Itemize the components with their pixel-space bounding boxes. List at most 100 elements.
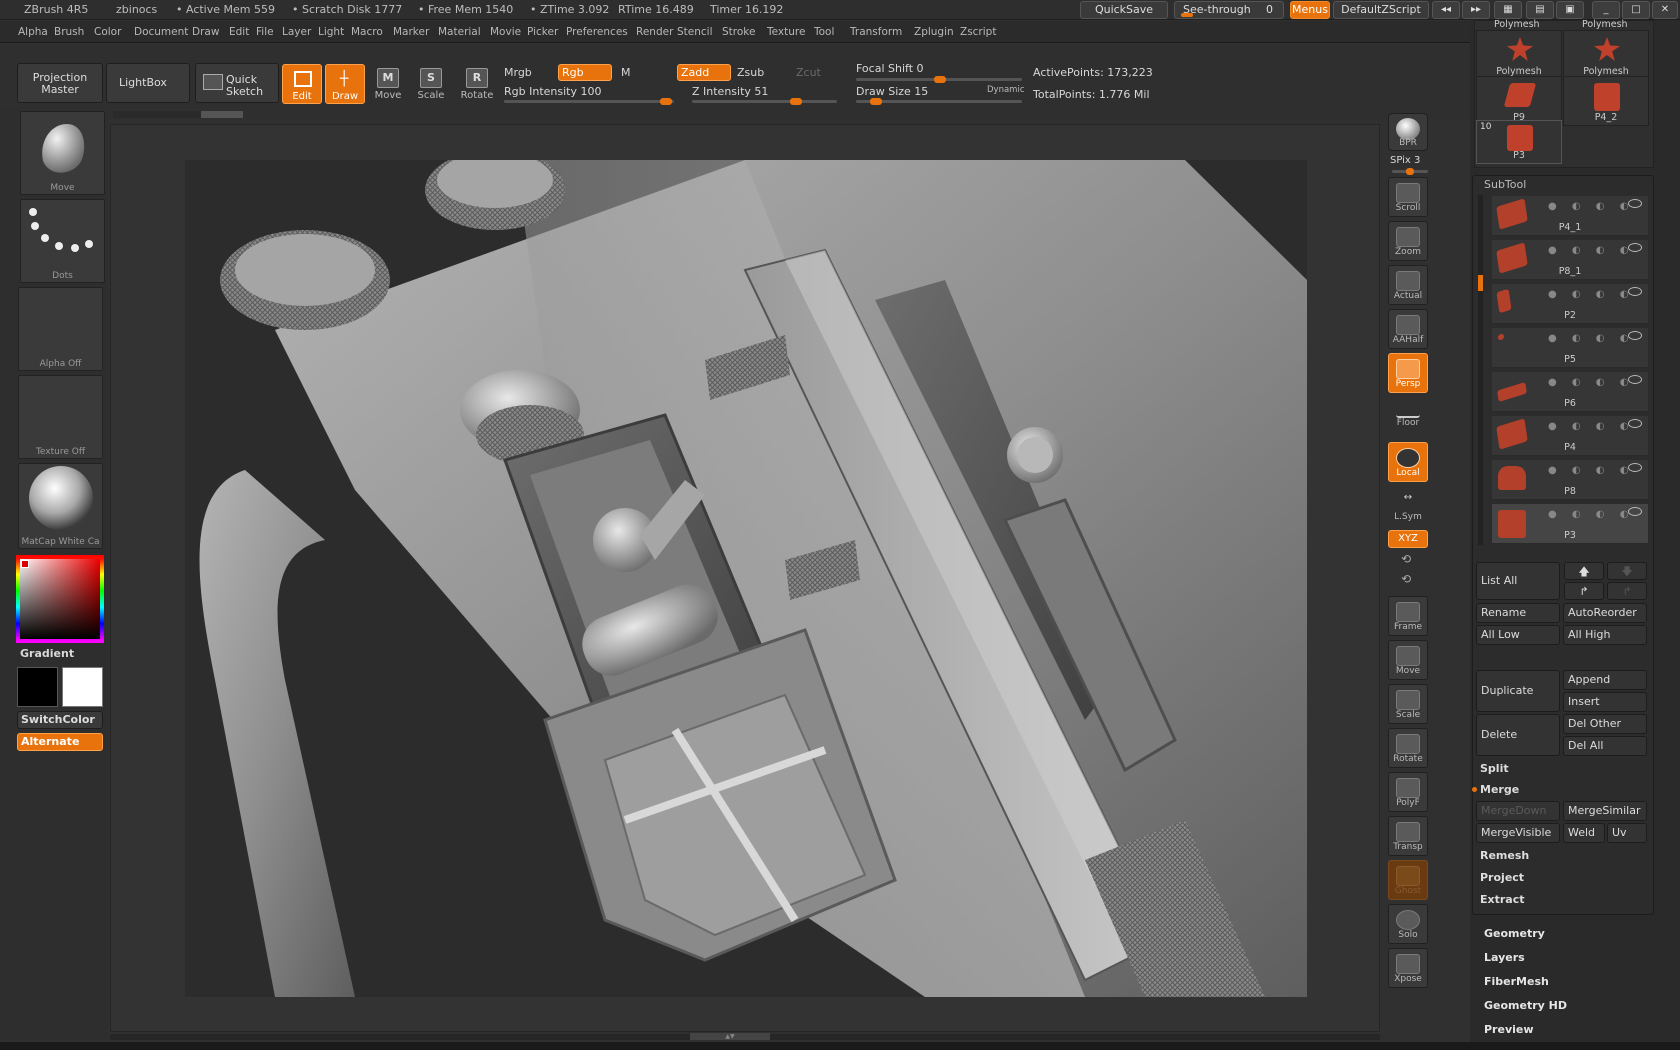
eye-icon[interactable] <box>1628 331 1642 340</box>
draw-size-handle[interactable] <box>870 98 882 105</box>
list-all-button[interactable]: List All <box>1476 562 1560 600</box>
delete-button[interactable]: Delete <box>1476 714 1560 756</box>
alternate-button[interactable]: Alternate <box>17 733 103 751</box>
rgb-button[interactable]: Rgb <box>558 64 612 81</box>
del-other-button[interactable]: Del Other <box>1563 714 1647 734</box>
focal-shift-handle[interactable] <box>934 76 946 83</box>
polyf-button[interactable]: PolyF <box>1388 772 1428 812</box>
frame-button[interactable]: Frame <box>1388 596 1428 636</box>
eye-icon[interactable] <box>1628 507 1642 516</box>
texture-thumbnail[interactable]: Texture Off <box>18 375 103 459</box>
move-down-icon[interactable]: 🡇 <box>1607 562 1647 580</box>
menu-macro[interactable]: Macro <box>351 26 383 38</box>
menu-preferences[interactable]: Preferences <box>566 26 628 38</box>
menu-file[interactable]: File <box>256 26 274 38</box>
see-through-slider-handle[interactable] <box>1181 13 1193 17</box>
menu-tool[interactable]: Tool <box>814 26 834 38</box>
redirect-icon[interactable]: ↱ <box>1564 582 1604 600</box>
menu-zplugin[interactable]: Zplugin <box>914 26 954 38</box>
xyz-button[interactable]: XYZ <box>1388 530 1428 548</box>
lightbox-button[interactable]: LightBox <box>106 63 190 103</box>
subtool-title[interactable]: SubTool <box>1484 178 1526 191</box>
scale-view-button[interactable]: Scale <box>1388 684 1428 724</box>
menus-button[interactable]: Menus <box>1290 1 1330 19</box>
subtool-toggles[interactable]: ● ◐ ◐ ◐ <box>1548 289 1634 300</box>
autoreorder-button[interactable]: AutoReorder <box>1563 603 1647 623</box>
dynamic-button[interactable]: Dynamic <box>987 85 1025 95</box>
subtool-toggles[interactable]: ● ◐ ◐ ◐ <box>1548 201 1634 212</box>
tool-thumb-3[interactable]: P9 <box>1476 76 1562 126</box>
fibermesh-section[interactable]: FiberMesh <box>1484 975 1549 988</box>
subtool-item[interactable]: ● ◐ ◐ ◐ P6 <box>1492 372 1648 412</box>
menu-transform[interactable]: Transform <box>850 26 902 38</box>
maximize-icon[interactable]: □ <box>1622 1 1650 19</box>
extract-section[interactable]: Extract <box>1480 893 1525 906</box>
uv-button[interactable]: Uv <box>1607 823 1647 843</box>
rgb-intensity-slider[interactable] <box>504 98 674 105</box>
mergesimilar-button[interactable]: MergeSimilar <box>1563 801 1647 821</box>
local-button[interactable]: Local <box>1388 442 1428 482</box>
menu-texture[interactable]: Texture <box>767 26 805 38</box>
preview-section[interactable]: Preview <box>1484 1023 1534 1036</box>
menu-material[interactable]: Material <box>438 26 481 38</box>
lock-icon[interactable]: ▣ <box>1556 1 1584 19</box>
quicksave-button[interactable]: QuickSave <box>1080 1 1168 19</box>
rotate-button[interactable]: R Rotate <box>457 62 497 106</box>
switch-color-button[interactable]: SwitchColor <box>17 711 103 729</box>
menu-alpha[interactable]: Alpha <box>18 26 48 38</box>
see-through-slider[interactable]: See-through 0 <box>1174 1 1284 19</box>
menu-edit[interactable]: Edit <box>229 26 249 38</box>
insert-button[interactable]: Insert <box>1563 692 1647 712</box>
layout-icon[interactable]: ▦ <box>1494 1 1522 19</box>
brush-thumbnail[interactable]: Move <box>20 111 105 195</box>
scroll-button[interactable]: Scroll <box>1388 177 1428 217</box>
subtool-toggles[interactable]: ● ◐ ◐ ◐ <box>1548 333 1634 344</box>
project-section[interactable]: Project <box>1480 871 1524 884</box>
append-button[interactable]: Append <box>1563 670 1647 690</box>
secondary-color-swatch[interactable] <box>62 667 103 707</box>
focal-shift-slider[interactable] <box>856 76 1022 83</box>
del-all-button[interactable]: Del All <box>1563 736 1647 756</box>
rewind-icon[interactable]: ◂◂ <box>1432 1 1460 19</box>
remesh-section[interactable]: Remesh <box>1480 849 1529 862</box>
actual-button[interactable]: Actual <box>1388 265 1428 305</box>
lsym-button[interactable]: ↔ L.Sym <box>1388 486 1428 526</box>
eye-icon[interactable] <box>1628 287 1642 296</box>
spix-handle[interactable] <box>1406 168 1414 175</box>
subtool-toggles[interactable]: ● ◐ ◐ ◐ <box>1548 509 1634 520</box>
menu-color[interactable]: Color <box>94 26 121 38</box>
menu-render[interactable]: Render <box>636 26 673 38</box>
aahalf-button[interactable]: AAHalf <box>1388 309 1428 349</box>
rename-button[interactable]: Rename <box>1476 603 1560 623</box>
menu-brush[interactable]: Brush <box>54 26 84 38</box>
eye-icon[interactable] <box>1628 463 1642 472</box>
menu-stencil[interactable]: Stencil <box>677 26 713 38</box>
rotate-y-icon[interactable]: ⟲ <box>1401 552 1411 566</box>
bpr-button[interactable]: BPR <box>1388 113 1428 151</box>
document-scroll-indicator[interactable] <box>113 111 243 118</box>
menu-layer[interactable]: Layer <box>282 26 311 38</box>
material-thumbnail[interactable]: MatCap White Ca <box>18 463 103 549</box>
subtool-item[interactable]: ● ◐ ◐ ◐ P4_1 <box>1492 196 1648 236</box>
menu-picker[interactable]: Picker <box>527 26 558 38</box>
eye-icon[interactable] <box>1628 375 1642 384</box>
floor-button[interactable]: Floor <box>1388 398 1428 438</box>
default-zscript-button[interactable]: DefaultZScript <box>1333 1 1429 19</box>
menu-draw[interactable]: Draw <box>192 26 219 38</box>
z-intensity-handle[interactable] <box>790 98 802 105</box>
draw-size-slider[interactable] <box>856 98 1022 105</box>
menu-marker[interactable]: Marker <box>393 26 429 38</box>
subtool-item[interactable]: ● ◐ ◐ ◐ P2 <box>1492 284 1648 324</box>
subtool-item[interactable]: ● ◐ ◐ ◐ P8 <box>1492 460 1648 500</box>
color-picker[interactable] <box>16 555 104 643</box>
subtool-toggles[interactable]: ● ◐ ◐ ◐ <box>1548 465 1634 476</box>
scale-button[interactable]: S Scale <box>411 62 451 106</box>
layers-section[interactable]: Layers <box>1484 951 1525 964</box>
stroke-thumbnail[interactable]: Dots <box>20 199 105 283</box>
close-icon[interactable]: ✕ <box>1652 1 1678 19</box>
solo-button[interactable]: Solo <box>1388 904 1428 944</box>
zsub-button[interactable]: Zsub <box>737 66 764 79</box>
document-scroll-handle[interactable] <box>201 111 243 118</box>
geometry-hd-section[interactable]: Geometry HD <box>1484 999 1567 1012</box>
zcut-button[interactable]: Zcut <box>796 66 821 79</box>
